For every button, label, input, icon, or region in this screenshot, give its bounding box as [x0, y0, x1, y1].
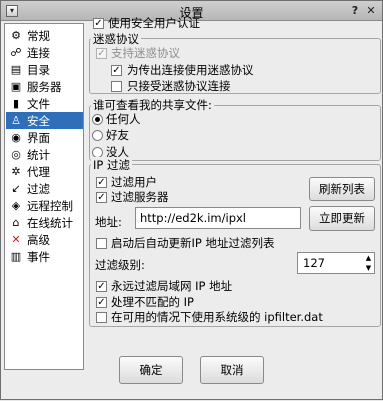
filter-clients-checkbox[interactable]: ✓	[96, 177, 107, 188]
visibility-anyone-radio[interactable]	[92, 114, 103, 125]
secure-ident-checkbox[interactable]: ✓	[93, 18, 104, 29]
system-filter-checkbox[interactable]	[96, 312, 107, 323]
sidebar-item-proxy[interactable]: ✲ 代理	[6, 163, 83, 180]
advanced-icon: ✕	[11, 232, 21, 246]
filter-lan-checkbox[interactable]: ✓	[96, 281, 107, 292]
filter-icon: ↙	[11, 181, 21, 195]
sidebar-item-label: 在线统计	[27, 215, 73, 230]
sidebar-item-online-stats[interactable]: ⌂ 在线统计	[6, 214, 83, 231]
sidebar-item-label: 服务器	[27, 79, 62, 94]
sidebar-item-filter[interactable]: ↙ 过滤	[6, 180, 83, 197]
general-icon: ⚙	[11, 28, 21, 42]
sidebar-item-label: 高级	[27, 232, 50, 247]
security-icon: ♙	[11, 113, 21, 127]
security-settings-panel: ✓ 使用安全用户认证 迷惑协议 ✓ 支持迷惑协议 ✓ 为传出连接使用迷惑协议 只…	[87, 1, 383, 401]
filter-clients-label: 过滤用户	[111, 175, 157, 189]
sidebar-item-advanced[interactable]: ✕ 高级	[6, 231, 83, 248]
sidebar-item-label: 过滤	[27, 181, 50, 196]
only-obfuscated-checkbox[interactable]	[111, 81, 122, 92]
support-obfuscation-label: 支持迷惑协议	[111, 46, 180, 60]
only-obfuscated-label: 只接受迷惑协议连接	[127, 79, 231, 93]
sidebar-item-label: 常规	[27, 28, 50, 43]
filter-level-value: 127	[303, 256, 325, 270]
filter-servers-checkbox[interactable]: ✓	[96, 192, 107, 203]
sidebar-item-label: 连接	[27, 45, 50, 60]
sidebar-item-label: 代理	[27, 164, 50, 179]
visibility-friends-label: 好友	[106, 128, 129, 142]
sidebar-item-label: 远程控制	[27, 198, 73, 213]
sidebar-item-security[interactable]: ♙ 安全	[6, 112, 83, 129]
events-icon: ▥	[10, 249, 22, 263]
sidebar-item-server[interactable]: ▣ 服务器	[6, 78, 83, 95]
outgoing-obfuscation-checkbox[interactable]: ✓	[111, 65, 122, 76]
visibility-anyone-label: 任何人	[106, 112, 141, 126]
server-icon: ▣	[10, 79, 22, 93]
filter-level-stepper[interactable]: 127 ▲ ▼	[297, 252, 375, 274]
proxy-icon: ✲	[11, 164, 21, 178]
remote-control-icon: ◈	[11, 198, 21, 212]
support-obfuscation-checkbox[interactable]: ✓	[96, 48, 107, 59]
settings-window: ▾ 设置 ? ✕ ⚙ 常规 ☍ 连接 ▤ 目录 ▣ 服务器 ▮ 文件 ♙ 安全 ◉ 界面 ◎ 统…	[0, 0, 383, 400]
sidebar-item-remote-control[interactable]: ◈ 远程控制	[6, 197, 83, 214]
sidebar-item-files[interactable]: ▮ 文件	[6, 95, 83, 112]
folders-icon: ▤	[10, 62, 22, 76]
outgoing-obfuscation-label: 为传出连接使用迷惑协议	[127, 63, 254, 77]
auto-update-checkbox[interactable]	[96, 238, 107, 249]
paranoid-label: 处理不匹配的 IP	[111, 295, 194, 309]
visibility-friends-radio[interactable]	[92, 130, 103, 141]
system-filter-label: 在可用的情况下使用系统级的 ipfilter.dat	[111, 310, 323, 324]
connection-icon: ☍	[10, 45, 22, 59]
filter-servers-label: 过滤服务器	[111, 190, 169, 204]
filter-lan-label: 永远过滤局域网 IP 地址	[111, 279, 233, 293]
sidebar-item-folders[interactable]: ▤ 目录	[6, 61, 83, 78]
filter-address-input[interactable]: http://ed2k.im/ipxl	[135, 207, 301, 229]
auto-update-label: 启动后自动更新IP 地址过滤列表	[111, 236, 275, 250]
sidebar-item-label: 文件	[27, 96, 50, 111]
sidebar-item-label: 界面	[27, 130, 50, 145]
files-icon: ▮	[12, 96, 20, 110]
paranoid-checkbox[interactable]: ✓	[96, 297, 107, 308]
update-now-button[interactable]: 立即更新	[309, 206, 375, 231]
sidebar-item-label: 事件	[27, 249, 50, 264]
address-label: 地址:	[95, 215, 122, 229]
interface-icon: ◉	[11, 130, 21, 144]
ok-button[interactable]: 确定	[119, 356, 183, 384]
sidebar-item-label: 统计	[27, 147, 50, 162]
settings-category-list: ⚙ 常规 ☍ 连接 ▤ 目录 ▣ 服务器 ▮ 文件 ♙ 安全 ◉ 界面 ◎ 统计 ✲ 代理 ↙ 过滤…	[4, 23, 84, 370]
reload-list-button[interactable]: 刷新列表	[309, 177, 375, 201]
sidebar-item-general[interactable]: ⚙ 常规	[6, 27, 83, 44]
ip-filter-group-title: IP 过滤	[91, 157, 132, 173]
sidebar-item-label: 安全	[27, 113, 50, 128]
sidebar-item-connection[interactable]: ☍ 连接	[6, 44, 83, 61]
sidebar-item-label: 目录	[27, 62, 50, 77]
secure-ident-label: 使用安全用户认证	[108, 16, 200, 30]
filter-level-label: 过滤级别:	[95, 258, 145, 272]
stepper-arrows-icon[interactable]: ▲ ▼	[363, 253, 374, 273]
sidebar-item-statistics[interactable]: ◎ 统计	[6, 146, 83, 163]
sidebar-item-interface[interactable]: ◉ 界面	[6, 129, 83, 146]
cancel-button[interactable]: 取消	[200, 356, 264, 384]
sidebar-item-events[interactable]: ▥ 事件	[6, 248, 83, 265]
online-stats-icon: ⌂	[12, 215, 20, 229]
statistics-icon: ◎	[11, 147, 21, 161]
